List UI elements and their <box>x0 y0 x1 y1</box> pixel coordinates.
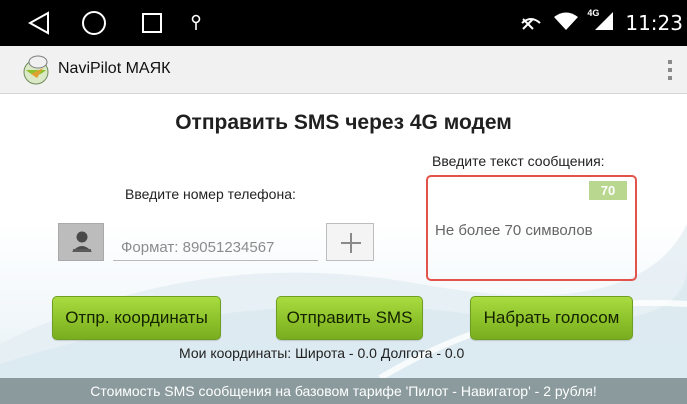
main-content: Отправить SMS через 4G модем Введите тек… <box>0 94 687 378</box>
send-coordinates-button[interactable]: Отпр. координаты <box>52 296 221 340</box>
app-title: NaviPilot МАЯК <box>58 60 171 77</box>
network-badge: 4G <box>587 7 600 18</box>
notification-key-icon <box>190 0 202 46</box>
page-title: Отправить SMS через 4G модем <box>175 111 512 134</box>
overflow-menu-icon[interactable] <box>667 58 673 82</box>
signal-off-icon <box>519 11 543 36</box>
message-label: Введите текст сообщения: <box>432 153 605 169</box>
back-triangle-icon[interactable] <box>28 0 50 46</box>
navipilot-logo-icon <box>20 54 52 86</box>
voice-call-button[interactable]: Набрать голосом <box>470 296 633 340</box>
action-bar: NaviPilot МАЯК <box>0 46 687 94</box>
add-contact-button[interactable] <box>326 223 374 261</box>
home-circle-icon[interactable] <box>81 0 107 46</box>
message-textarea[interactable]: 70 Не более 70 символов <box>426 175 637 281</box>
phone-input[interactable] <box>113 234 318 261</box>
status-bar: 4G 11:23 <box>0 0 687 46</box>
message-placeholder: Не более 70 символов <box>435 222 593 239</box>
contact-picker-button[interactable] <box>58 223 104 261</box>
wifi-icon <box>553 11 579 36</box>
coordinates-text: Мои координаты: Широта - 0.0 Долгота - 0… <box>179 345 465 361</box>
plus-icon <box>339 231 363 260</box>
recents-square-icon[interactable] <box>141 0 163 46</box>
phone-label: Введите номер телефона: <box>125 186 296 202</box>
char-counter-badge: 70 <box>589 181 627 200</box>
lte-4g-icon: 4G <box>587 7 615 37</box>
status-time: 11:23 <box>625 11 683 35</box>
send-sms-button[interactable]: Отправить SMS <box>276 296 423 340</box>
contact-person-icon <box>71 230 93 259</box>
tariff-footer: Стоимость SMS сообщения на базовом тариф… <box>0 378 687 404</box>
